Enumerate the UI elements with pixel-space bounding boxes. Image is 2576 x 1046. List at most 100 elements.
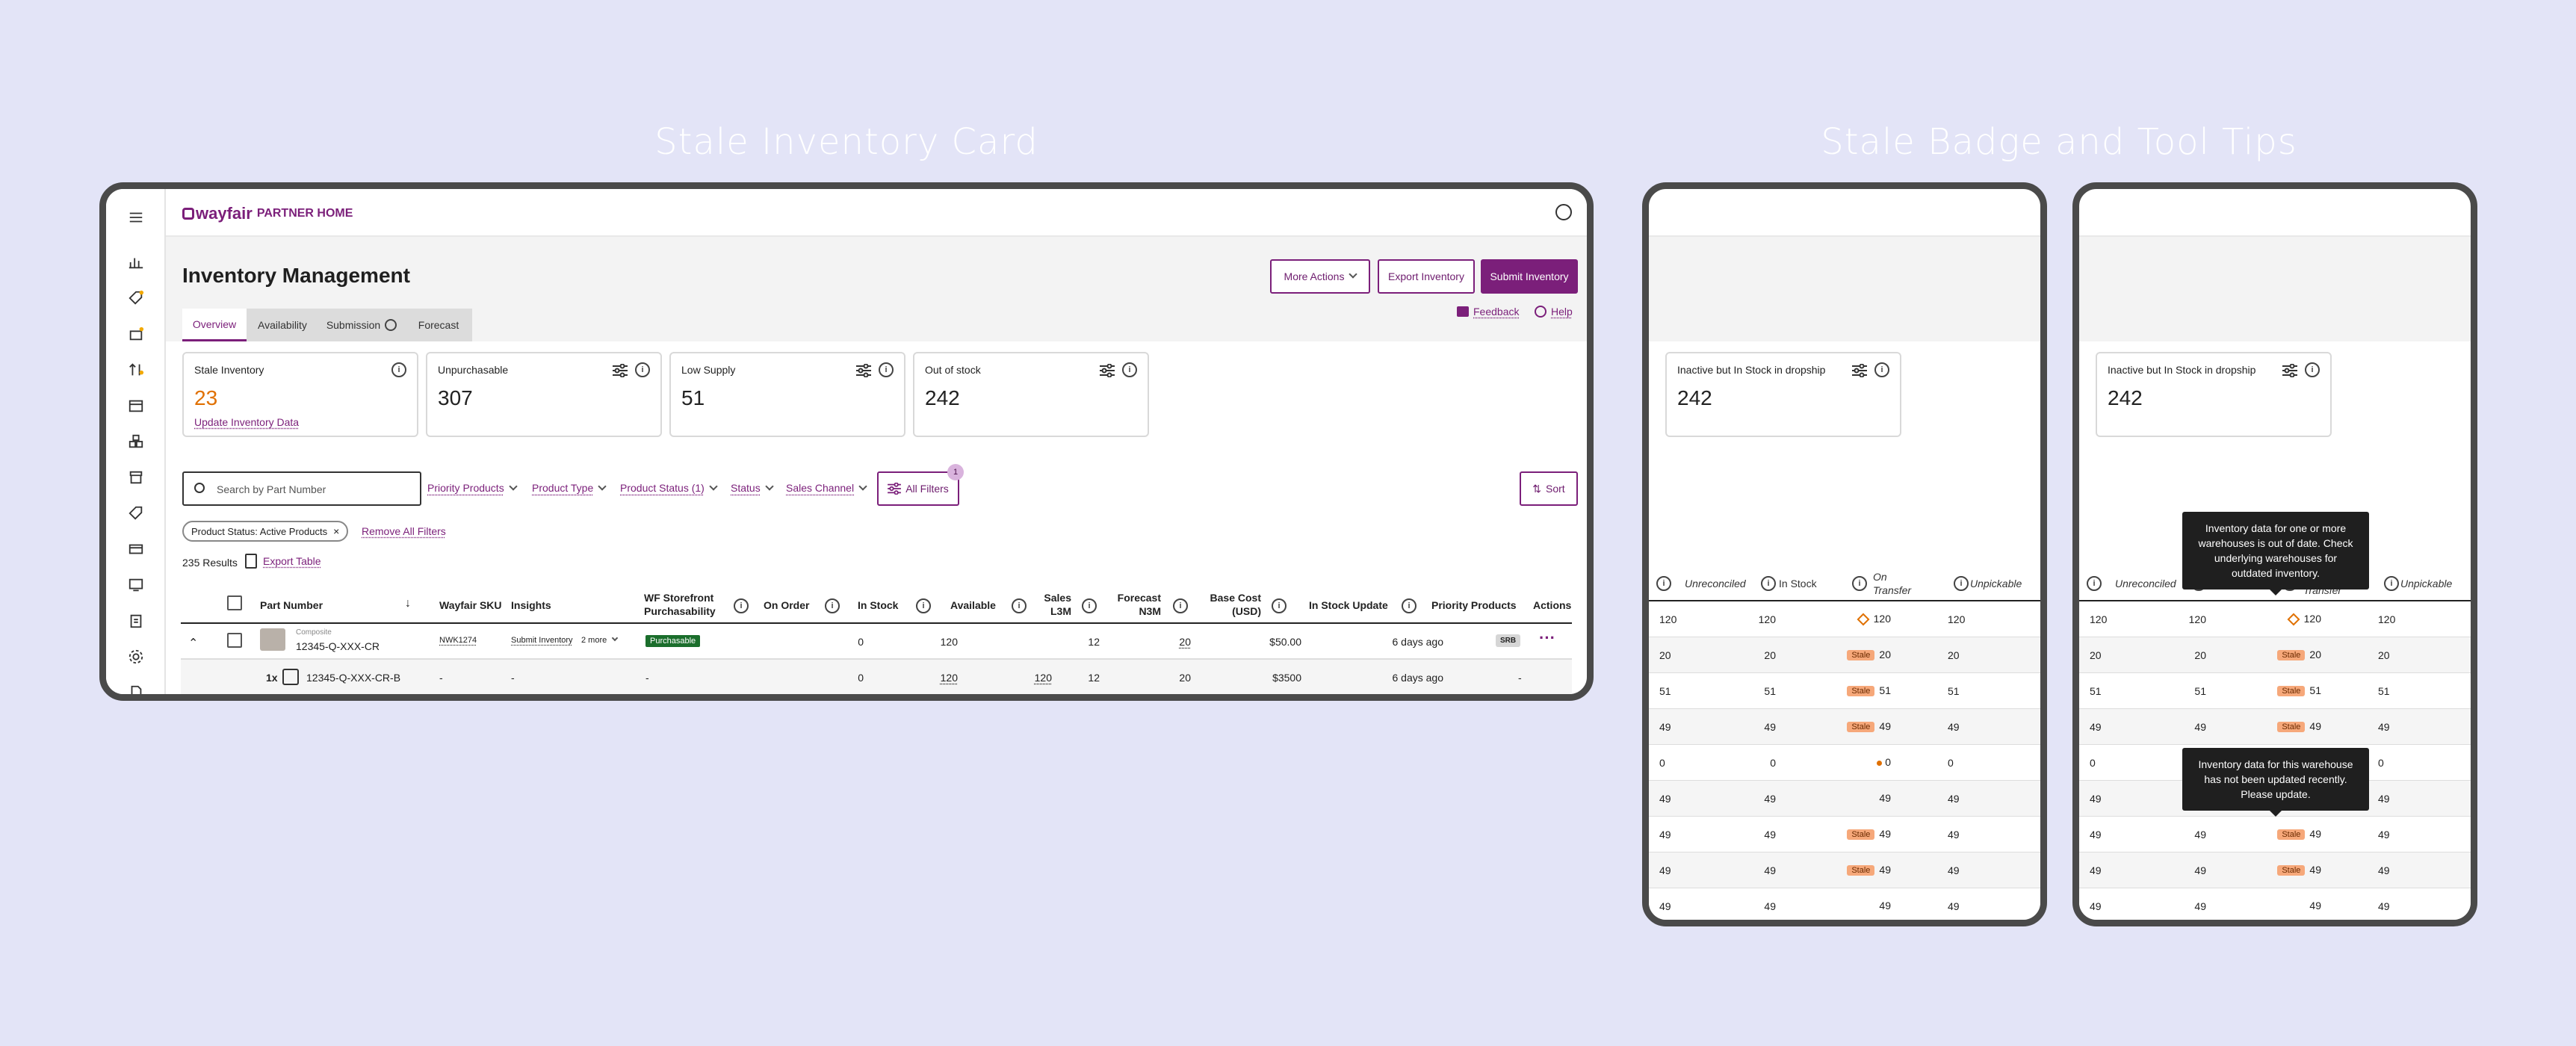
tab-overview[interactable]: Overview [182,309,247,341]
filter-sliders-icon[interactable] [1100,364,1115,377]
insight-link[interactable]: Submit Inventory [511,636,573,645]
col-storefront-purchasability[interactable]: WF Storefront Purchasability [644,591,726,618]
stale-badge[interactable]: Stale [2277,686,2306,697]
info-icon[interactable]: i [391,362,406,377]
in-stock-cell[interactable]: Stale 49 [2250,828,2321,841]
info-icon[interactable]: i [2475,576,2477,591]
unpurchasable-card[interactable]: Unpurchasable i 307 [426,352,662,437]
user-account-icon[interactable] [1555,204,1572,220]
col-forecast-n3m[interactable]: Forecast N3M [1112,591,1161,618]
info-icon[interactable]: i [1082,598,1097,613]
col-header[interactable]: Unpickable [2400,578,2452,589]
col-priority-products[interactable]: Priority Products [1431,598,1517,612]
info-icon[interactable]: i [2384,576,2399,591]
feedback-link[interactable]: Feedback [1457,306,1519,318]
submit-inventory-button[interactable]: Submit Inventory [1481,259,1578,294]
col-on-order[interactable]: On Order [764,598,809,612]
filter-product-status[interactable]: Product Status (1) [620,482,718,494]
select-all-checkbox[interactable] [227,595,242,610]
in-stock-link[interactable]: 120 [928,672,958,684]
in-stock-cell[interactable]: 49 [1819,792,1891,804]
col-header[interactable]: Unreconciled [2115,578,2176,589]
info-icon[interactable]: i [1402,598,1417,613]
filter-sliders-icon[interactable] [856,364,871,377]
col-available[interactable]: Available [950,598,996,612]
boxes-icon[interactable] [127,433,145,451]
col-in-stock[interactable]: In Stock [858,598,898,612]
stale-badge[interactable]: Stale [2277,722,2306,733]
in-stock-cell[interactable]: Stale 49 [1819,720,1891,733]
tag-icon[interactable] [127,289,145,307]
col-header[interactable]: On Transfer [1873,570,1911,597]
filter-sliders-icon[interactable] [1852,364,1867,377]
info-icon[interactable]: i [1122,362,1137,377]
settings-gear-icon[interactable] [127,648,145,666]
info-icon[interactable]: i [1874,362,1889,377]
tab-submission[interactable]: Submission [318,309,405,341]
shop-icon[interactable] [127,468,145,486]
stale-inventory-card[interactable]: Stale Inventory i 23 Update Inventory Da… [182,352,418,437]
available-link[interactable]: 120 [1022,672,1052,684]
transfer-icon[interactable] [127,361,145,379]
col-header[interactable]: In Stock [1779,578,1817,589]
stale-badge[interactable]: Stale [1847,829,1875,841]
in-stock-cell[interactable]: Stale 51 [2250,684,2321,697]
col-part-number[interactable]: Part Number [260,598,323,612]
remove-all-filters-link[interactable]: Remove All Filters [362,525,446,537]
in-stock-cell[interactable]: 49 [1819,900,1891,912]
search-input[interactable]: Search by Part Number [182,471,421,506]
collapse-chevron-icon[interactable]: ⌄ [188,634,198,649]
forecast-link[interactable]: 20 [1168,636,1191,648]
wayfair-logo[interactable]: wayfair PARTNER HOME [182,204,353,223]
help-link[interactable]: Help [1535,306,1573,318]
warning-diamond-icon[interactable] [2287,613,2300,626]
filter-sales-channel[interactable]: Sales Channel [786,482,867,494]
filter-sliders-icon[interactable] [2282,364,2297,377]
sort-down-arrow-icon[interactable]: ↓ [405,597,411,610]
col-sales-l3m[interactable]: Sales L3M [1038,591,1071,618]
stale-badge[interactable]: Stale [1847,650,1875,661]
update-inventory-link[interactable]: Update Inventory Data [194,416,299,428]
info-icon[interactable]: i [1012,598,1027,613]
more-options-icon[interactable]: ··· [1539,628,1555,648]
info-icon[interactable]: i [879,362,894,377]
bar-chart-icon[interactable] [127,253,145,271]
stale-badge[interactable]: Stale [2277,650,2306,661]
col-header[interactable]: Unreconciled [1685,578,1746,589]
stale-badge[interactable]: Stale [2277,865,2306,876]
all-filters-button[interactable]: All Filters 1 [877,464,964,506]
label-icon[interactable] [127,504,145,522]
tab-forecast[interactable]: Forecast [405,309,472,341]
document-icon[interactable] [127,684,145,694]
info-icon[interactable]: i [2305,362,2320,377]
active-filter-chip[interactable]: Product Status: Active Products × [182,521,349,542]
info-icon[interactable]: i [2045,576,2047,591]
col-wayfair-sku[interactable]: Wayfair SKU [439,598,502,612]
more-actions-button[interactable]: More Actions [1270,259,1370,294]
hamburger-menu-icon[interactable] [127,208,145,226]
col-base-cost[interactable]: Base Cost (USD) [1201,591,1261,618]
stale-badge[interactable]: Stale [1847,722,1875,733]
wayfair-sku-link[interactable]: NWK1274 [439,636,477,645]
inactive-in-stock-card[interactable]: Inactive but In Stock in dropship i 242 [1665,352,1901,437]
warning-diamond-icon[interactable] [1857,613,1870,626]
info-icon[interactable]: i [2087,576,2102,591]
tab-availability[interactable]: Availability [247,309,318,341]
export-inventory-button[interactable]: Export Inventory [1378,259,1475,294]
info-icon[interactable]: i [1852,576,1867,591]
in-stock-cell[interactable]: 120 [2250,613,2321,626]
close-icon[interactable]: × [333,525,339,537]
col-header[interactable]: Unpickable [1970,578,2022,589]
in-stock-cell[interactable]: Stale 49 [1819,864,1891,876]
stale-badge[interactable]: Stale [1847,686,1875,697]
row-checkbox[interactable] [227,633,242,648]
info-icon[interactable]: i [734,598,749,613]
sort-button[interactable]: ⇅ Sort [1520,471,1578,506]
info-icon[interactable]: i [1656,576,1671,591]
filter-priority-products[interactable]: Priority Products [427,482,518,494]
in-stock-cell[interactable]: 49 [2250,900,2321,912]
in-stock-cell[interactable]: Stale 51 [1819,684,1891,697]
in-stock-cell[interactable]: Stale 20 [2250,649,2321,661]
calendar-icon[interactable] [127,397,145,415]
col-insights[interactable]: Insights [511,598,551,612]
